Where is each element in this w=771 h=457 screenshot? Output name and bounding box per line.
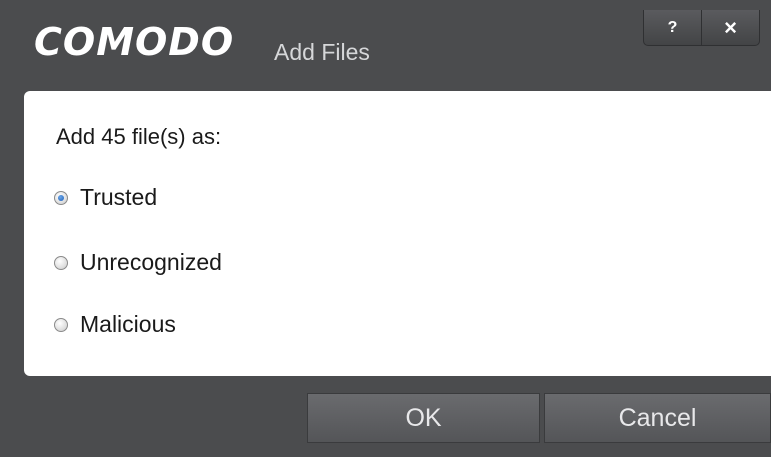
radio-malicious[interactable] (54, 317, 68, 332)
comodo-logo: COMODO (34, 20, 235, 64)
option-unrecognized[interactable]: Unrecognized (54, 249, 222, 276)
ok-button[interactable]: OK (307, 393, 540, 443)
option-unrecognized-label: Unrecognized (80, 249, 222, 275)
option-malicious[interactable]: Malicious (54, 311, 176, 338)
prompt-label: Add 45 file(s) as: (56, 124, 222, 149)
close-button[interactable]: × (702, 10, 759, 45)
option-malicious-label: Malicious (80, 311, 176, 337)
dialog-title: Add Files (274, 39, 370, 65)
option-trusted-label: Trusted (80, 184, 158, 210)
radio-unrecognized[interactable] (54, 255, 68, 270)
option-trusted[interactable]: Trusted (54, 184, 157, 211)
cancel-button[interactable]: Cancel (544, 393, 771, 443)
window-controls: ? × (643, 10, 760, 46)
title-bar: COMODO Add Files ? × (0, 0, 771, 90)
radio-trusted[interactable] (54, 190, 68, 205)
help-button[interactable]: ? (644, 10, 702, 45)
add-files-dialog: COMODO Add Files ? × Add 45 file(s) as: … (0, 0, 771, 457)
dialog-content: Add 45 file(s) as: Trusted Unrecognized … (24, 91, 771, 376)
